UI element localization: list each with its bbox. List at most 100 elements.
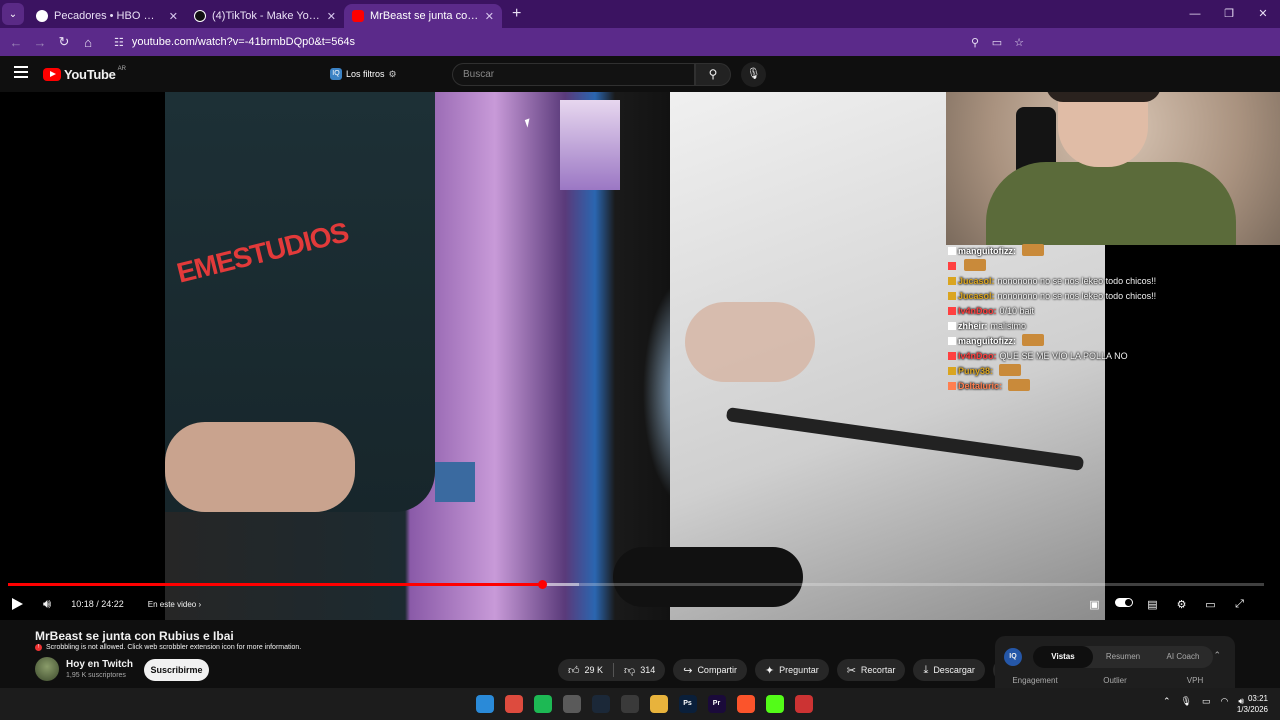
video-player[interactable]: EMESTUDIOS manguitofizz: Jucasol: nononono…: [0, 92, 1280, 620]
close-tab-icon[interactable]: ✕: [485, 10, 494, 23]
chat-badge-icon: [948, 307, 956, 315]
vidiq-logo-icon: IQ: [1004, 648, 1022, 666]
tab-resumen[interactable]: Resumen: [1093, 646, 1153, 668]
autoplay-toggle[interactable]: [1109, 598, 1138, 610]
chat-text: nononono no se nos lekeo todo chicos!!: [997, 291, 1157, 301]
download-button[interactable]: ⤓ Descargar: [913, 659, 985, 681]
browser-tab[interactable]: (4)TikTok - Make Your Day ✕: [186, 4, 344, 28]
settings-gear-icon[interactable]: ⚙: [1167, 598, 1196, 611]
ask-button[interactable]: ✦ Preguntar: [754, 659, 829, 681]
chat-message: Iv4nDoo: QUE SE ME VIO LA POLLA NO: [948, 349, 1178, 364]
search-input[interactable]: Buscar: [452, 63, 695, 86]
maximize-button[interactable]: ❐: [1212, 0, 1246, 28]
share-button[interactable]: ↪ Compartir: [673, 659, 747, 681]
search-button[interactable]: ⚲: [695, 63, 731, 86]
chapters-button[interactable]: En este video ›: [148, 600, 201, 609]
volume-icon[interactable]: 🔊︎: [43, 596, 51, 612]
chat-badge-icon: [948, 247, 956, 255]
browser-tab[interactable]: Pecadores • HBO Max ✕: [28, 4, 186, 28]
cast-icon[interactable]: ▭: [986, 36, 1008, 49]
bookmark-star-icon[interactable]: ☆: [1008, 36, 1030, 49]
subtitles-icon[interactable]: ▤: [1138, 598, 1167, 611]
filters-button[interactable]: IQ Los filtros ⚙: [330, 64, 397, 84]
tray-display-icon[interactable]: ▭: [1202, 696, 1211, 707]
reload-icon[interactable]: ↻: [52, 34, 76, 50]
taskbar-kick-icon[interactable]: [765, 695, 784, 713]
site-info-icon[interactable]: ☷: [114, 36, 124, 49]
video-info-area: MrBeast se junta con Rubius e Ibai ! Scr…: [0, 620, 1280, 688]
taskbar-windows-start-icon[interactable]: [475, 695, 494, 713]
dislike-button[interactable]: 👎︎ 314: [614, 664, 665, 677]
new-tab-button[interactable]: +: [512, 5, 521, 23]
browser-tab-active[interactable]: MrBeast se junta con Rubius e Ibai ✕: [344, 4, 502, 28]
taskbar-file-explorer-icon[interactable]: [649, 695, 668, 713]
subscribe-button[interactable]: Suscribirme: [144, 659, 209, 681]
vidiq-tabs: Vistas Resumen AI Coach: [1033, 646, 1213, 668]
system-clock[interactable]: 03:21 1/3/2026: [1237, 693, 1268, 715]
address-bar-actions: ⚲ ▭ ☆: [964, 36, 1030, 49]
webcam-face: [1058, 92, 1148, 167]
played-bar: [8, 583, 542, 586]
close-tab-icon[interactable]: ✕: [327, 10, 336, 23]
taskbar-steam-icon[interactable]: [591, 695, 610, 713]
zoom-icon[interactable]: ⚲: [964, 36, 986, 49]
close-window-button[interactable]: ✕: [1246, 0, 1280, 28]
chat-message: Deltaluric:: [948, 379, 1178, 394]
fullscreen-icon[interactable]: ⤢: [1225, 598, 1254, 611]
tab-search-menu-button[interactable]: ⌄: [2, 3, 24, 25]
taskbar-chrome-icon[interactable]: [504, 695, 523, 713]
like-count: 29 K: [584, 665, 604, 675]
chat-text: malisimo: [990, 321, 1027, 331]
back-arrow-icon[interactable]: ←: [4, 35, 28, 50]
taskbar-brave-icon[interactable]: [736, 695, 755, 713]
window-controls: — ❐ ✕: [1178, 0, 1280, 28]
chat-emote-icon: [1022, 334, 1044, 346]
address-bar[interactable]: ☷ youtube.com/watch?v=-41brmbDQp0&t=564s: [106, 31, 926, 53]
youtube-wordmark: YouTube: [64, 67, 116, 82]
like-button[interactable]: 👍︎ 29 K: [558, 664, 613, 677]
tray-chevron-up-icon[interactable]: ⌃: [1163, 696, 1171, 707]
forward-arrow-icon[interactable]: →: [28, 35, 52, 50]
tab-vistas[interactable]: Vistas: [1033, 646, 1093, 668]
taskbar-premiere-icon[interactable]: Pr: [707, 695, 726, 713]
taskbar-spotify-icon[interactable]: [533, 695, 552, 713]
chat-username: zhheir:: [958, 321, 988, 331]
person-left-arm: [165, 422, 355, 512]
iq-extension-icon[interactable]: ▣: [1080, 598, 1109, 611]
chat-message: manguitofizz:: [948, 244, 1178, 259]
vidiq-columns: Engagement Outlier VPH: [995, 676, 1235, 685]
shelf-decor: [435, 462, 475, 502]
tray-wifi-icon[interactable]: ◠: [1220, 696, 1228, 707]
chat-message: Jucasol: nononono no se nos lekeo todo ch…: [948, 289, 1178, 304]
clip-button[interactable]: ✂ Recortar: [836, 659, 906, 681]
tab-title: (4)TikTok - Make Your Day: [212, 10, 321, 22]
theater-mode-icon[interactable]: ▭: [1196, 598, 1225, 611]
sparkle-icon: ✦: [764, 664, 775, 677]
hbo-favicon-icon: [36, 10, 48, 22]
taskbar-chrome-alt-icon[interactable]: [620, 695, 639, 713]
youtube-header: YouTube AR IQ Los filtros ⚙ Buscar ⚲ 🎙︎: [0, 56, 1280, 92]
home-icon[interactable]: ⌂: [76, 35, 100, 50]
taskbar-whatsapp-like-icon[interactable]: [562, 695, 581, 713]
wall-poster: [560, 100, 620, 190]
chevron-up-icon[interactable]: ⌃: [1213, 650, 1221, 661]
youtube-logo[interactable]: YouTube AR: [43, 66, 126, 82]
channel-name[interactable]: Hoy en Twitch: [66, 659, 133, 670]
voice-search-button[interactable]: 🎙︎: [741, 62, 766, 87]
close-tab-icon[interactable]: ✕: [169, 10, 178, 23]
scrubber-handle[interactable]: [537, 580, 547, 589]
taskbar-apps: Ps Pr: [470, 692, 818, 716]
video-actions: 👍︎ 29 K 👎︎ 314 ↪ Compartir ✦ Preguntar ✂ Reco…: [558, 659, 1015, 681]
chat-text: QUE SE ME VIO LA POLLA NO: [999, 351, 1128, 361]
chat-message: Puny38:: [948, 364, 1178, 379]
video-progress-bar[interactable]: [8, 580, 1264, 589]
taskbar-voice-app-icon[interactable]: [794, 695, 813, 713]
play-icon[interactable]: [12, 598, 23, 610]
tray-microphone-icon[interactable]: 🎙︎: [1181, 696, 1192, 707]
taskbar-photoshop-icon[interactable]: Ps: [678, 695, 697, 713]
tab-ai-coach[interactable]: AI Coach: [1153, 646, 1213, 668]
scrobbler-notice: ! Scrobbling is not allowed. Click web s…: [35, 644, 301, 651]
minimize-button[interactable]: —: [1178, 0, 1212, 28]
channel-avatar[interactable]: [35, 657, 59, 681]
hamburger-menu-icon[interactable]: [14, 66, 28, 78]
